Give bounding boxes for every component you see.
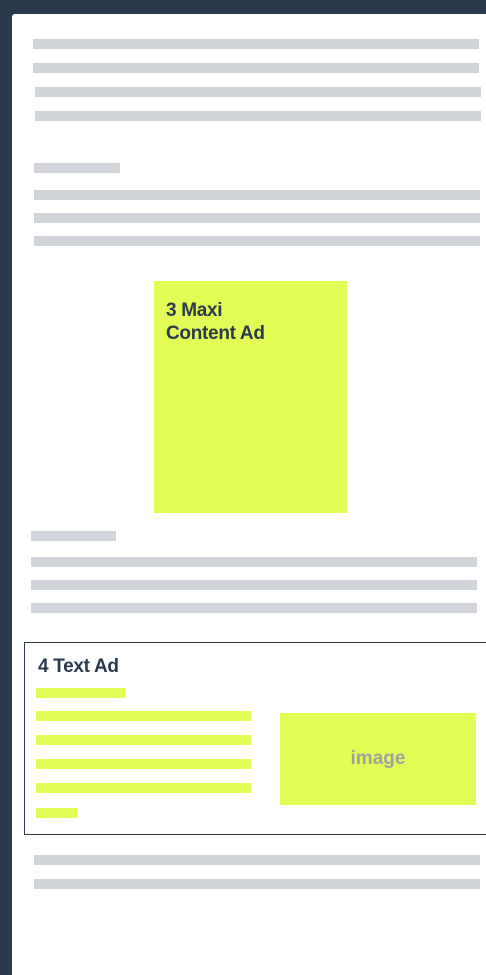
text-placeholder-line — [34, 213, 480, 223]
text-ad: 4 Text Ad image — [24, 642, 486, 835]
ad-image-placeholder: image — [280, 713, 476, 805]
text-placeholder-line — [34, 236, 480, 246]
text-placeholder-line — [33, 63, 479, 73]
ad-text-placeholder-line — [36, 711, 251, 721]
maxi-ad-title-line2: Content Ad — [166, 323, 265, 344]
ad-text-placeholder-line — [36, 735, 251, 745]
ad-text-placeholder-line — [36, 688, 125, 698]
image-label: image — [350, 748, 406, 769]
maxi-ad-title-line1: 3 Maxi — [166, 300, 223, 321]
ad-text-placeholder-line — [36, 783, 251, 793]
maxi-content-ad: 3 Maxi Content Ad — [154, 281, 347, 513]
text-placeholder-line — [35, 87, 481, 97]
heading-placeholder-line — [34, 163, 120, 173]
ad-text-placeholder-line — [36, 759, 251, 769]
text-placeholder-line — [33, 39, 479, 49]
ad-text-placeholder-line — [36, 808, 77, 818]
text-placeholder-line — [34, 855, 480, 865]
text-placeholder-line — [31, 603, 477, 613]
text-placeholder-line — [31, 557, 477, 567]
text-ad-title: 4 Text Ad — [38, 656, 119, 677]
text-placeholder-line — [34, 879, 480, 889]
text-placeholder-line — [35, 111, 481, 121]
text-placeholder-line — [34, 190, 480, 200]
heading-placeholder-line — [31, 531, 116, 541]
text-placeholder-line — [31, 580, 477, 590]
